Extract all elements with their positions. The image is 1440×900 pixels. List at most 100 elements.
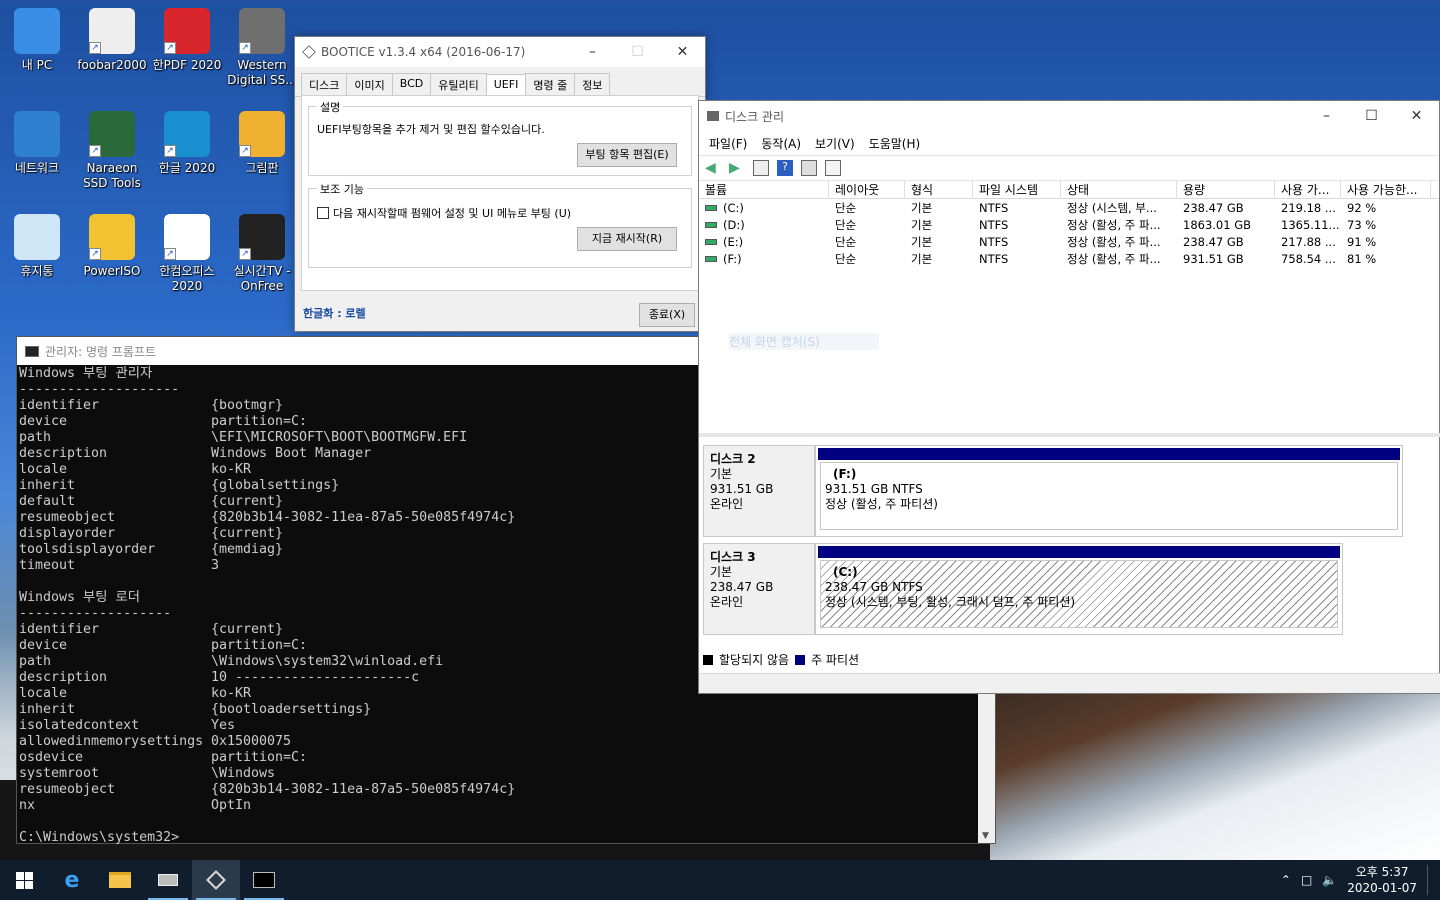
tab-4[interactable]: UEFI — [485, 74, 527, 97]
primary-swatch — [795, 654, 806, 665]
network-icon — [14, 111, 60, 157]
close-button[interactable]: ✕ — [660, 37, 705, 67]
view-icon[interactable] — [801, 160, 817, 176]
volume-row[interactable]: (F:) 단순 기본 NTFS 정상 (활성, 주 파... 931.51 GB 758.5… — [699, 250, 1439, 267]
cmd-line: systemroot \Windows — [19, 766, 995, 782]
tab-6[interactable]: 정보 — [574, 73, 611, 96]
network-tray-icon[interactable]: □ — [1301, 873, 1312, 887]
menu-item[interactable]: 도움말(H) — [869, 135, 921, 152]
volume-row[interactable]: (E:) 단순 기본 NTFS 정상 (활성, 주 파... 238.47 GB 217.8… — [699, 233, 1439, 250]
show-desktop-button[interactable] — [1427, 865, 1428, 895]
taskbar-explorer[interactable] — [96, 860, 144, 900]
bcd-key: path — [19, 430, 52, 445]
column-header[interactable]: 사용 가... — [1275, 181, 1341, 198]
firmware-checkbox[interactable] — [317, 207, 329, 219]
dm-maximize-button[interactable]: ☐ — [1349, 101, 1394, 131]
volume-row[interactable]: (D:) 단순 기본 NTFS 정상 (활성, 주 파... 1863.01 GB 1365… — [699, 216, 1439, 233]
volume-row[interactable]: (C:) 단순 기본 NTFS 정상 (시스템, 부... 238.47 GB 219.18… — [699, 199, 1439, 216]
cmd-taskbar-icon — [253, 872, 275, 888]
dm-statusbar — [699, 673, 1440, 693]
pane-splitter[interactable] — [699, 433, 1440, 437]
minimize-button[interactable]: – — [570, 37, 615, 67]
volume-list: (C:) 단순 기본 NTFS 정상 (시스템, 부... 238.47 GB 219.18… — [699, 199, 1439, 267]
start-button[interactable] — [0, 860, 48, 900]
tab-2[interactable]: BCD — [391, 73, 432, 96]
chevron-up-icon[interactable]: ⌃ — [1281, 873, 1291, 887]
volume-cell: (F:) — [699, 252, 829, 266]
properties-icon[interactable] — [753, 160, 769, 176]
taskbar-cmd[interactable] — [240, 860, 288, 900]
shortcut-arrow-icon: ↗ — [239, 145, 251, 157]
forward-icon[interactable]: ▶ — [729, 160, 745, 176]
maximize-button[interactable]: ☐ — [615, 37, 660, 67]
column-header[interactable]: 레이아웃 — [829, 181, 905, 198]
column-header[interactable]: 사용 가능한... — [1341, 181, 1431, 198]
restart-now-button[interactable]: 지금 재시작(R) — [577, 227, 677, 251]
taskbar-bootice[interactable] — [192, 860, 240, 900]
paint-icon: ↗ — [239, 111, 285, 157]
menu-item[interactable]: 파일(F) — [709, 135, 747, 152]
tab-5[interactable]: 명령 줄 — [525, 73, 576, 96]
bcd-value: 3 — [211, 558, 220, 573]
volume-cell: 정상 (활성, 주 파... — [1067, 251, 1161, 266]
desktop-icon[interactable]: ↗ 한PDF 2020 — [150, 8, 224, 73]
bcd-value: \Windows — [211, 766, 276, 781]
dm-minimize-button[interactable]: – — [1304, 101, 1349, 131]
description-text: UEFI부팅항목을 추가 제거 및 편집 할수있습니다. — [317, 123, 545, 136]
desktop-icon-label: 한PDF 2020 — [152, 58, 222, 72]
disk-2-partition[interactable]: (F:) 931.51 GB NTFS 정상 (활성, 주 파티션) — [815, 445, 1403, 537]
desktop-icon[interactable]: ↗ foobar2000 — [75, 8, 149, 73]
menu-item[interactable]: 동작(A) — [761, 135, 801, 152]
desktop-icon[interactable]: 네트워크 — [0, 111, 74, 176]
disk-3-label[interactable]: 디스크 3 기본 238.47 GB 온라인 — [703, 543, 815, 635]
naraeon-icon: ↗ — [89, 111, 135, 157]
primary-partition-bar — [818, 448, 1400, 460]
taskbar-ie[interactable]: e — [48, 860, 96, 900]
column-header[interactable]: 볼륨 — [699, 181, 829, 198]
desktop-icon[interactable]: ↗ 그림판 — [225, 111, 299, 176]
bcd-key: path — [19, 654, 52, 669]
settings-icon[interactable] — [825, 160, 841, 176]
column-header[interactable]: 상태 — [1061, 181, 1177, 198]
desktop-icon[interactable]: ↗ PowerISO — [75, 214, 149, 279]
menu-item[interactable]: 보기(V) — [815, 135, 855, 152]
tab-0[interactable]: 디스크 — [301, 73, 348, 96]
clock[interactable]: 오후 5:37 2020-01-07 — [1347, 864, 1417, 896]
desktop-icon[interactable]: ↗ 한글 2020 — [150, 111, 224, 176]
desktop-icon-label: 휴지통 — [20, 264, 54, 278]
disk-2-label[interactable]: 디스크 2 기본 931.51 GB 온라인 — [703, 445, 815, 537]
edit-boot-entries-button[interactable]: 부팅 항목 편집(E) — [577, 143, 677, 167]
taskbar-disk-management[interactable] — [144, 860, 192, 900]
desktop-icon[interactable]: ↗ Naraeon SSD Tools — [75, 111, 149, 191]
back-icon[interactable]: ◀ — [705, 160, 721, 176]
volume-cell: NTFS — [979, 251, 1009, 266]
column-header[interactable]: 형식 — [905, 181, 973, 198]
help-icon[interactable]: ? — [777, 160, 793, 176]
desktop-icon[interactable]: ↗ 한컴오피스 2020 — [150, 214, 224, 294]
column-header[interactable]: 파일 시스템 — [973, 181, 1061, 198]
tab-1[interactable]: 이미지 — [346, 73, 393, 96]
dm-close-button[interactable]: ✕ — [1394, 101, 1439, 131]
desktop-icon[interactable]: 휴지통 — [0, 214, 74, 279]
volume-icon[interactable]: 🔈 — [1322, 873, 1337, 887]
volume-cell: (C:) — [699, 201, 829, 215]
tab-3[interactable]: 유틸리티 — [430, 73, 487, 96]
cmd-prompt: C:\Windows\system32> — [19, 830, 180, 845]
scroll-down-icon[interactable]: ▼ — [982, 831, 989, 841]
exit-button[interactable]: 종료(X) — [639, 303, 695, 327]
column-header[interactable]: 용량 — [1177, 181, 1275, 198]
disk-2-name: 디스크 2 — [710, 452, 756, 466]
translation-credit-link[interactable]: 한글화 : 로렐 — [303, 305, 366, 321]
desktop-icon[interactable]: ↗ Western Digital SS... — [225, 8, 299, 88]
bcd-value: {820b3b14-3082-11ea-87a5-50e085f4974c} — [211, 782, 516, 797]
desktop-icon-label: 한글 2020 — [158, 161, 216, 175]
desktop-icon-label: Naraeon SSD Tools — [83, 161, 141, 190]
desktop-icon[interactable]: ↗ 실시간TV - OnFree — [225, 214, 299, 294]
bcd-key: allowedinmemorysettings — [19, 734, 204, 749]
disk-3-partition[interactable]: (C:) 238.47 GB NTFS 정상 (시스템, 부팅, 활성, 크래시… — [815, 543, 1343, 635]
desktop-icon[interactable]: 내 PC — [0, 8, 74, 73]
shortcut-arrow-icon: ↗ — [239, 248, 251, 260]
windows-logo-icon — [15, 871, 33, 889]
system-tray: ⌃ □ 🔈 오후 5:37 2020-01-07 — [1281, 864, 1440, 896]
bcd-key: isolatedcontext — [19, 718, 140, 733]
